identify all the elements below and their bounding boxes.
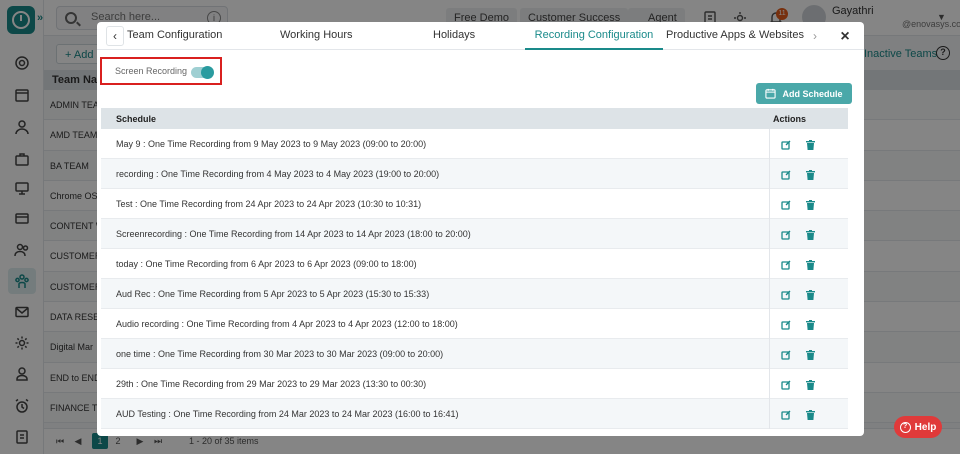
delete-icon[interactable] xyxy=(806,319,815,330)
edit-icon[interactable] xyxy=(781,349,791,360)
delete-icon[interactable] xyxy=(806,169,815,180)
tab-recording-configuration[interactable]: Recording Configuration xyxy=(525,22,663,50)
schedule-row: Screenrecording : One Time Recording fro… xyxy=(101,219,848,249)
delete-icon[interactable] xyxy=(806,289,815,300)
tab-scroll-right-icon[interactable]: › xyxy=(806,26,824,46)
actions-divider xyxy=(769,339,770,369)
calendar-add-icon xyxy=(765,88,777,99)
delete-icon[interactable] xyxy=(806,229,815,240)
add-schedule-button[interactable]: Add Schedule xyxy=(756,83,852,104)
schedule-table-header: Schedule Actions xyxy=(101,108,848,129)
schedule-column-header: Schedule xyxy=(116,114,157,124)
edit-icon[interactable] xyxy=(781,229,791,240)
tab-productive-apps[interactable]: Productive Apps & Websites xyxy=(666,22,804,50)
delete-icon[interactable] xyxy=(806,199,815,210)
delete-icon[interactable] xyxy=(806,379,815,390)
tab-team-configuration[interactable]: Team Configuration xyxy=(127,22,222,50)
actions-divider xyxy=(769,129,770,159)
schedule-row: AUD Testing : One Time Recording from 24… xyxy=(101,399,848,429)
schedule-row: May 9 : One Time Recording from 9 May 20… xyxy=(101,129,848,159)
screen-recording-highlight: Screen Recording xyxy=(100,57,222,85)
edit-icon[interactable] xyxy=(781,259,791,270)
schedule-row: Audio recording : One Time Recording fro… xyxy=(101,309,848,339)
toggle-knob xyxy=(201,66,214,79)
schedule-row: today : One Time Recording from 6 Apr 20… xyxy=(101,249,848,279)
schedule-text: recording : One Time Recording from 4 Ma… xyxy=(116,169,440,179)
screen-recording-toggle[interactable] xyxy=(191,66,214,79)
actions-divider xyxy=(769,219,770,249)
actions-divider xyxy=(769,189,770,219)
close-modal-button[interactable]: × xyxy=(838,29,852,45)
help-label: Help xyxy=(914,421,937,433)
delete-icon[interactable] xyxy=(806,349,815,360)
edit-icon[interactable] xyxy=(781,319,791,330)
screen-recording-label: Screen Recording xyxy=(115,66,188,76)
schedule-text: AUD Testing : One Time Recording from 24… xyxy=(116,409,459,419)
schedule-row: recording : One Time Recording from 4 Ma… xyxy=(101,159,848,189)
edit-icon[interactable] xyxy=(781,379,791,390)
schedule-text: May 9 : One Time Recording from 9 May 20… xyxy=(116,139,427,149)
edit-icon[interactable] xyxy=(781,139,791,150)
schedule-text: Test : One Time Recording from 24 Apr 20… xyxy=(116,199,422,209)
schedule-text: one time : One Time Recording from 30 Ma… xyxy=(116,349,444,359)
team-settings-modal: ‹ Team Configuration Working Hours Holid… xyxy=(97,22,864,436)
tab-working-hours[interactable]: Working Hours xyxy=(280,22,353,50)
schedule-row: 29th : One Time Recording from 29 Mar 20… xyxy=(101,369,848,399)
schedule-text: today : One Time Recording from 6 Apr 20… xyxy=(116,259,417,269)
schedule-row: one time : One Time Recording from 30 Ma… xyxy=(101,339,848,369)
actions-divider xyxy=(769,309,770,339)
tab-bar: ‹ Team Configuration Working Hours Holid… xyxy=(97,22,864,50)
schedule-text: Screenrecording : One Time Recording fro… xyxy=(116,229,471,239)
schedule-row: Test : One Time Recording from 24 Apr 20… xyxy=(101,189,848,219)
actions-divider xyxy=(769,369,770,399)
actions-column-header: Actions xyxy=(773,114,807,124)
schedule-text: 29th : One Time Recording from 29 Mar 20… xyxy=(116,379,427,389)
delete-icon[interactable] xyxy=(806,409,815,420)
actions-divider xyxy=(769,249,770,279)
tab-scroll-left-icon[interactable]: ‹ xyxy=(106,26,124,46)
delete-icon[interactable] xyxy=(806,259,815,270)
delete-icon[interactable] xyxy=(806,139,815,150)
help-circle-icon: ? xyxy=(899,421,911,433)
actions-divider xyxy=(769,399,770,429)
schedule-text: Aud Rec : One Time Recording from 5 Apr … xyxy=(116,289,430,299)
schedule-table: Schedule Actions May 9 : One Time Record… xyxy=(101,108,848,429)
actions-divider xyxy=(769,279,770,309)
help-button[interactable]: ? Help xyxy=(894,416,942,438)
edit-icon[interactable] xyxy=(781,409,791,420)
tab-holidays[interactable]: Holidays xyxy=(433,22,475,50)
edit-icon[interactable] xyxy=(781,199,791,210)
add-schedule-label: Add Schedule xyxy=(782,88,843,99)
edit-icon[interactable] xyxy=(781,289,791,300)
actions-divider xyxy=(769,159,770,189)
schedule-text: Audio recording : One Time Recording fro… xyxy=(116,319,458,329)
edit-icon[interactable] xyxy=(781,169,791,180)
schedule-row: Aud Rec : One Time Recording from 5 Apr … xyxy=(101,279,848,309)
